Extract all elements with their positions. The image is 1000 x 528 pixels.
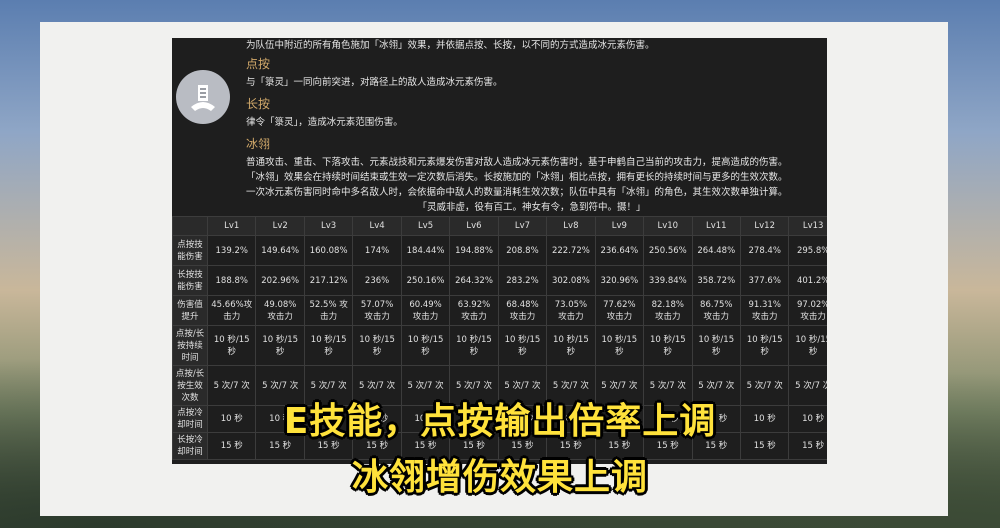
table-row: 点按技能伤害 139.2% 149.64% 160.08% 174% 184.44% 194… [172, 235, 827, 266]
table-cell: 57.07% 攻击力 [352, 295, 402, 326]
icy-quill-desc-3: 一次冰元素伤害同时命中多名敌人时，会依据命中敌人的数量消耗生效次数；队伍中具有「… [246, 187, 788, 198]
level-header: Lv4 [352, 216, 402, 236]
table-cell: 160.08% [303, 235, 354, 266]
table-cell: 149.64% [255, 235, 305, 266]
table-cell: 184.44% [400, 235, 451, 266]
row-label: 长按技能伤害 [172, 265, 208, 296]
table-cell: 208.8% [497, 235, 548, 266]
table-cell: 264.48% [691, 235, 741, 266]
table-cell: 77.62% 攻击力 [594, 295, 645, 326]
table-cell: 194.88% [449, 235, 499, 266]
table-cell: 45.66%攻击力 [206, 295, 257, 326]
table-cell: 217.12% [303, 265, 354, 296]
table-cell: 73.05% 攻击力 [546, 295, 596, 326]
table-cell: 358.72% [691, 265, 741, 296]
table-cell: 82.18% 攻击力 [643, 295, 693, 326]
table-row: 长按技能伤害 188.8% 202.96% 217.12% 236% 250.16% 264… [172, 265, 827, 296]
level-header: Lv2 [255, 216, 305, 236]
table-cell: 202.96% [255, 265, 305, 296]
table-cell: 236.64% [594, 235, 645, 266]
table-row: 点按/长按持续时间 10 秒/15 秒 10 秒/15 秒 10 秒/15 秒 10 秒… [172, 325, 827, 366]
table-cell: 10 秒/15 秒 [594, 325, 645, 366]
table-cell: 97.02% 攻击力 [788, 295, 827, 326]
table-cell: 295.8% [788, 235, 827, 266]
row-label: 点按技能伤害 [172, 235, 208, 266]
level-header-row: Lv1 Lv2 Lv3 Lv4 Lv5 Lv6 Lv7 Lv8 Lv9 Lv10… [172, 216, 827, 236]
level-header: Lv5 [400, 216, 451, 236]
table-cell: 10 秒/15 秒 [788, 325, 827, 366]
icy-quill-desc-1: 普通攻击、重击、下落攻击、元素战技和元素爆发伤害对敌人造成冰元素伤害时，基于申鹤… [246, 157, 788, 168]
table-cell: 91.31% 攻击力 [739, 295, 790, 326]
table-cell: 264.32% [449, 265, 499, 296]
table-cell: 10 秒/15 秒 [546, 325, 596, 366]
table-cell: 10 秒/15 秒 [303, 325, 354, 366]
level-header: Lv7 [497, 216, 548, 236]
level-header: Lv8 [546, 216, 596, 236]
table-cell: 339.84% [643, 265, 693, 296]
table-cell: 10 秒/15 秒 [255, 325, 305, 366]
level-header: Lv9 [594, 216, 645, 236]
level-header: Lv13 [788, 216, 827, 236]
table-cell: 86.75% 攻击力 [691, 295, 741, 326]
table-cell: 302.08% [546, 265, 596, 296]
skill-quote: 「灵威非虚，役有百工。神女有令，急到符中。摄！」 [417, 202, 646, 213]
tap-title: 点按 [246, 57, 271, 71]
table-cell: 10 秒/15 秒 [739, 325, 790, 366]
row-label: 伤害值提升 [172, 295, 208, 326]
table-cell: 49.08% 攻击力 [255, 295, 305, 326]
skill-icon [172, 66, 234, 128]
table-cell: 10 秒/15 秒 [400, 325, 451, 366]
caption-line-2: 冰翎增伤效果上调 [351, 457, 648, 498]
table-cell: 52.5% 攻击力 [303, 295, 354, 326]
hold-desc: 律令「箓灵」，造成冰元素范围伤害。 [246, 117, 403, 128]
caption-line-1: E技能，点按输出倍率上调 [283, 401, 717, 442]
table-cell: 10 秒/15 秒 [449, 325, 499, 366]
level-header: Lv6 [449, 216, 499, 236]
table-cell: 60.49% 攻击力 [400, 295, 451, 326]
row-label: 点按/长按持续时间 [172, 325, 208, 366]
table-cell: 250.56% [643, 235, 693, 266]
level-header: Lv11 [691, 216, 741, 236]
table-cell: 401.2% [788, 265, 827, 296]
table-cell: 320.96% [594, 265, 645, 296]
table-cell: 222.72% [546, 235, 596, 266]
icy-quill-title: 冰翎 [246, 137, 271, 151]
level-header: Lv12 [739, 216, 790, 236]
table-cell: 10 秒/15 秒 [643, 325, 693, 366]
table-cell: 10 秒/15 秒 [352, 325, 402, 366]
level-header: Lv3 [303, 216, 354, 236]
level-header: Lv1 [206, 216, 257, 236]
table-cell: 278.4% [739, 235, 790, 266]
tap-desc: 与「箓灵」一同向前突进，对路径上的敌人造成冰元素伤害。 [246, 77, 503, 88]
table-cell: 10 秒/15 秒 [206, 325, 257, 366]
table-cell: 250.16% [400, 265, 451, 296]
skill-intro: 为队伍中附近的所有角色施加「冰翎」效果，并依据点按、长按，以不同的方式造成冰元素… [246, 40, 655, 51]
table-cell: 188.8% [206, 265, 257, 296]
table-cell: 68.48% 攻击力 [497, 295, 548, 326]
table-cell: 63.92% 攻击力 [449, 295, 499, 326]
table-cell: 174% [352, 235, 402, 266]
header-corner [172, 216, 208, 236]
table-cell: 10 秒/15 秒 [691, 325, 741, 366]
hold-title: 长按 [246, 97, 271, 111]
icy-quill-desc-2: 「冰翎」效果会在持续时间结束或生效一定次数后消失。长按施加的「冰翎」相比点按，拥… [246, 172, 788, 183]
table-cell: 139.2% [206, 235, 257, 266]
table-cell: 377.6% [739, 265, 790, 296]
level-header: Lv10 [643, 216, 693, 236]
table-cell: 10 秒/15 秒 [497, 325, 548, 366]
table-row: 伤害值提升 45.66%攻击力 49.08% 攻击力 52.5% 攻击力 57.07% … [172, 295, 827, 326]
table-cell: 283.2% [497, 265, 548, 296]
table-cell: 236% [352, 265, 402, 296]
